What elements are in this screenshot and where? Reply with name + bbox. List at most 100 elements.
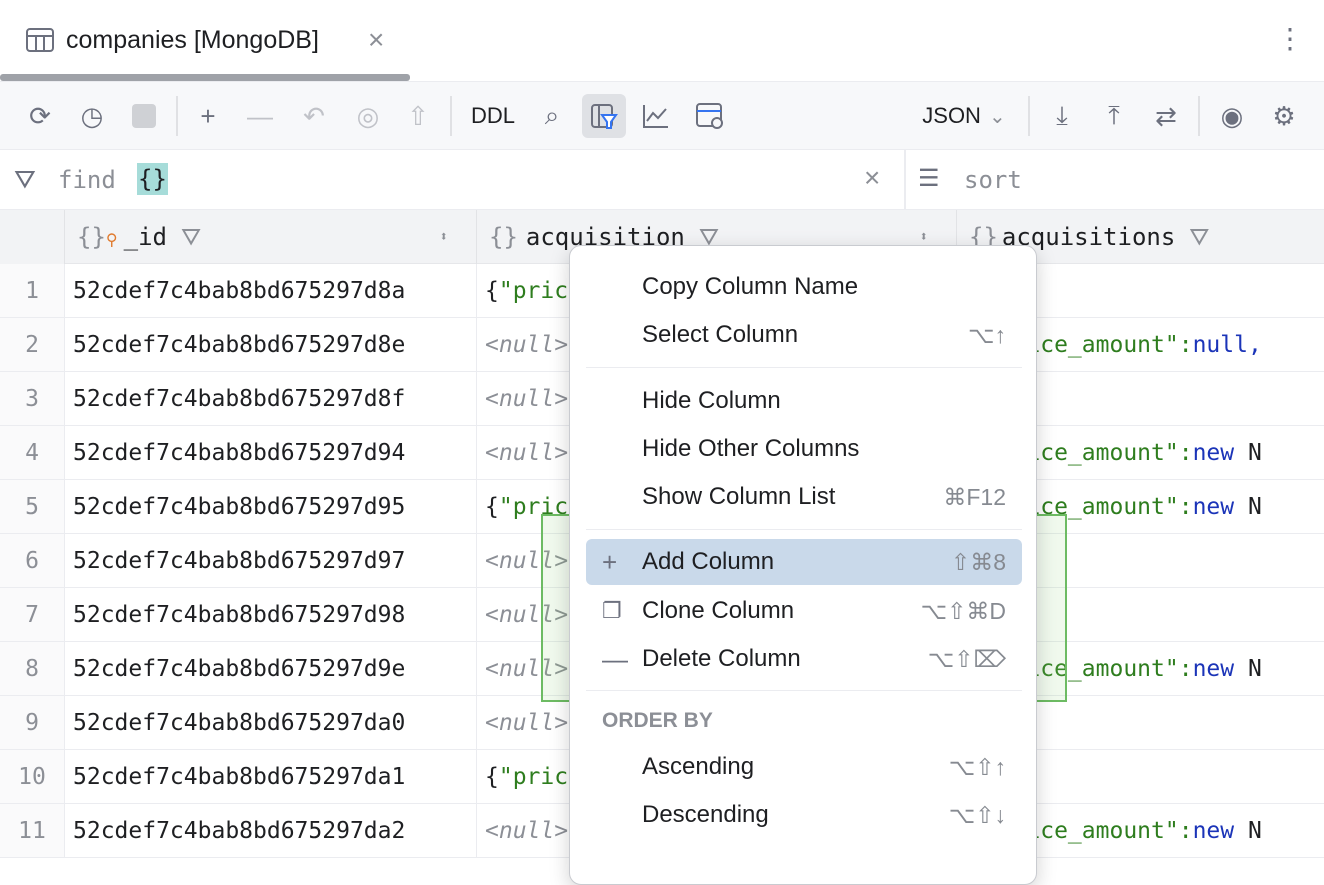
cell-id[interactable]: 52cdef7c4bab8bd675297d8f — [65, 372, 477, 425]
row-number: 8 — [0, 642, 65, 695]
label: Copy Column Name — [642, 273, 858, 301]
refresh-icon[interactable]: ⟳ — [18, 94, 62, 138]
shortcut: ⌥⇧↓ — [949, 802, 1006, 829]
menu-item-show-column-list[interactable]: Show Column List ⌘F12 — [586, 474, 1022, 520]
find-label: find — [58, 166, 116, 194]
object-key-icon: {}⚲ — [77, 223, 118, 251]
column-header-id[interactable]: {}⚲ _id ⛛ ⬍ — [65, 210, 477, 264]
shortcut: ⇧⌘8 — [951, 549, 1006, 576]
menu-item-add-column[interactable]: + Add Column ⇧⌘8 — [586, 539, 1022, 585]
cell-id[interactable]: 52cdef7c4bab8bd675297da0 — [65, 696, 477, 749]
export-download-icon[interactable]: ⤓ — [1040, 94, 1084, 138]
compare-icon[interactable]: ⇄ — [1144, 94, 1188, 138]
cell-id[interactable]: 52cdef7c4bab8bd675297d9e — [65, 642, 477, 695]
menu-item-descending[interactable]: Descending ⌥⇧↓ — [586, 792, 1022, 838]
label: Clone Column — [642, 597, 794, 625]
filter-columns-icon[interactable] — [582, 94, 626, 138]
format-dropdown[interactable]: JSON ⌄ — [916, 94, 1012, 138]
chevron-down-icon: ⌄ — [989, 104, 1006, 129]
row-number: 10 — [0, 750, 65, 803]
menu-item-hide-column[interactable]: Hide Column — [586, 378, 1022, 424]
row-number: 3 — [0, 372, 65, 425]
cell-id[interactable]: 52cdef7c4bab8bd675297d8a — [65, 264, 477, 317]
shortcut: ⌥↑ — [968, 322, 1006, 349]
preview-changes-icon[interactable]: ◎ — [346, 94, 390, 138]
menu-item-copy-column-name[interactable]: Copy Column Name — [586, 264, 1022, 310]
sort-arrows-icon[interactable]: ⬍ — [920, 229, 928, 245]
label: Select Column — [642, 321, 798, 349]
format-label: JSON — [922, 103, 981, 129]
filter-icon[interactable]: ⛛ — [14, 164, 36, 196]
filter-bar: ⛛ find {} × ☰ sort — [0, 150, 1324, 210]
search-icon[interactable]: ⌕ — [530, 94, 574, 138]
shortcut: ⌘F12 — [943, 484, 1006, 511]
ddl-button[interactable]: DDL — [464, 94, 522, 138]
import-upload-icon[interactable]: ⤒ — [1092, 94, 1136, 138]
tab-companies[interactable]: companies [MongoDB] × — [0, 0, 410, 82]
json-value: new N — [1193, 494, 1262, 520]
row-number: 2 — [0, 318, 65, 371]
label: Show Column List — [642, 483, 835, 511]
add-row-icon[interactable]: + — [186, 94, 230, 138]
cell-id[interactable]: 52cdef7c4bab8bd675297d97 — [65, 534, 477, 587]
cell-id[interactable]: 52cdef7c4bab8bd675297d95 — [65, 480, 477, 533]
json-value: new N — [1193, 440, 1262, 466]
menu-item-clone-column[interactable]: ❐ Clone Column ⌥⇧⌘D — [586, 588, 1022, 634]
cell-id[interactable]: 52cdef7c4bab8bd675297d94 — [65, 426, 477, 479]
shortcut: ⌥⇧↑ — [949, 754, 1006, 781]
view-table-icon[interactable] — [688, 94, 732, 138]
order-by-heading: ORDER BY — [602, 709, 713, 733]
revert-icon[interactable]: ↶ — [292, 94, 336, 138]
cell-id[interactable]: 52cdef7c4bab8bd675297d98 — [65, 588, 477, 641]
tab-bar: companies [MongoDB] × ⋮ — [0, 0, 1324, 82]
row-number: 7 — [0, 588, 65, 641]
row-number: 5 — [0, 480, 65, 533]
toolbar: ⟳ ◷ + — ↶ ◎ ⇧ DDL ⌕ JSON ⌄ ⤓ ⤒ ⇄ ◉ ⚙ — [0, 82, 1324, 150]
minus-icon: — — [602, 644, 628, 675]
delete-row-icon[interactable]: — — [238, 94, 282, 138]
column-filter-icon[interactable]: ⛛ — [181, 223, 201, 251]
table-icon — [26, 28, 54, 54]
json-value: new N — [1193, 656, 1262, 682]
json-value: null, — [1193, 332, 1262, 358]
menu-item-delete-column[interactable]: — Delete Column ⌥⇧⌦ — [586, 636, 1022, 682]
tab-title: companies [MongoDB] — [66, 26, 319, 55]
column-context-menu: Copy Column Name Select Column ⌥↑ Hide Co… — [569, 245, 1037, 885]
clear-filter-icon[interactable]: × — [864, 162, 880, 194]
label: Delete Column — [642, 645, 801, 673]
cell-id[interactable]: 52cdef7c4bab8bd675297da2 — [65, 804, 477, 857]
row-number: 4 — [0, 426, 65, 479]
clone-icon: ❐ — [602, 598, 622, 624]
shortcut: ⌥⇧⌘D — [921, 598, 1006, 625]
view-eye-icon[interactable]: ◉ — [1210, 94, 1254, 138]
label: Add Column — [642, 548, 774, 576]
row-number: 1 — [0, 264, 65, 317]
label: Descending — [642, 801, 769, 829]
row-number: 9 — [0, 696, 65, 749]
column-filter-icon[interactable]: ⛛ — [1189, 223, 1209, 251]
object-icon: {} — [489, 223, 518, 251]
settings-gear-icon[interactable]: ⚙ — [1262, 94, 1306, 138]
menu-item-ascending[interactable]: Ascending ⌥⇧↑ — [586, 744, 1022, 790]
row-number: 6 — [0, 534, 65, 587]
stop-icon[interactable] — [122, 94, 166, 138]
menu-item-hide-other-columns[interactable]: Hide Other Columns — [586, 426, 1022, 472]
sort-icon[interactable]: ☰ — [918, 164, 940, 193]
label: Hide Column — [642, 387, 781, 415]
sort-arrows-icon[interactable]: ⬍ — [440, 229, 448, 245]
chart-icon[interactable] — [634, 94, 678, 138]
cell-id[interactable]: 52cdef7c4bab8bd675297da1 — [65, 750, 477, 803]
plus-icon: + — [602, 547, 617, 578]
label: Ascending — [642, 753, 754, 781]
shortcut: ⌥⇧⌦ — [928, 646, 1006, 673]
history-clock-icon[interactable]: ◷ — [70, 94, 114, 138]
menu-item-select-column[interactable]: Select Column ⌥↑ — [586, 312, 1022, 358]
more-options-icon[interactable]: ⋮ — [1276, 22, 1304, 55]
row-number: 11 — [0, 804, 65, 857]
sort-input[interactable]: sort — [964, 166, 1022, 194]
find-input[interactable]: {} — [137, 163, 168, 195]
submit-icon[interactable]: ⇧ — [396, 94, 440, 138]
tab-close-icon[interactable]: × — [368, 24, 384, 56]
label: Hide Other Columns — [642, 435, 859, 463]
cell-id[interactable]: 52cdef7c4bab8bd675297d8e — [65, 318, 477, 371]
